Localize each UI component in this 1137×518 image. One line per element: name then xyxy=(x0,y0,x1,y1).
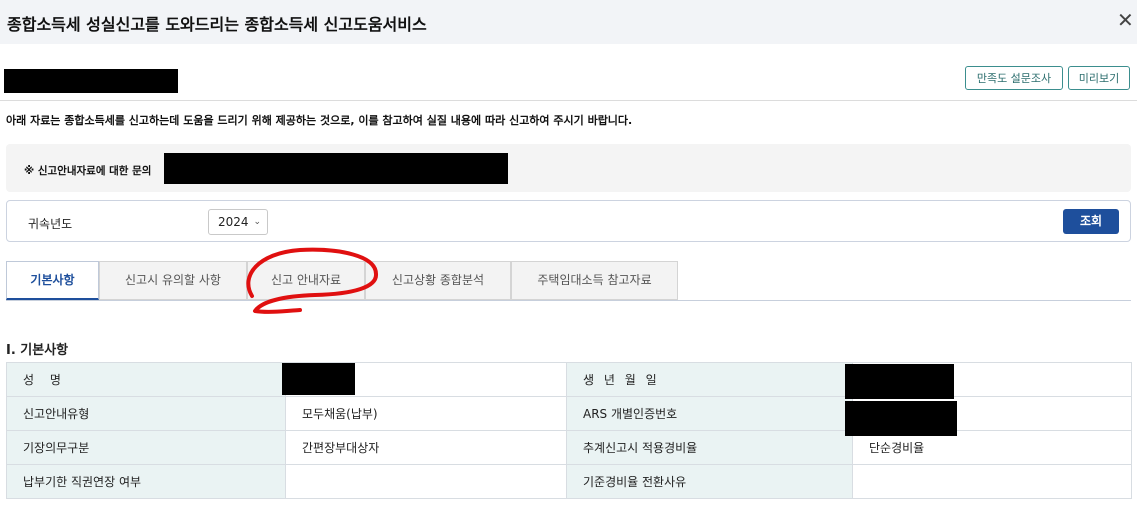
deadline-extension-value xyxy=(285,464,567,499)
expense-rate-label: 추계신고시 적용경비율 xyxy=(566,430,853,465)
basic-info-table: 성 명 생 년 월 일 신고안내유형 모두채움(납부) ARS 개별인증번호 기… xyxy=(6,362,1132,499)
section-title: Ⅰ. 기본사항 xyxy=(6,343,69,358)
year-label: 귀속년도 xyxy=(28,217,73,231)
birth-label: 생 년 월 일 xyxy=(566,362,853,397)
table-row: 성 명 생 년 월 일 xyxy=(6,362,1132,397)
guide-type-label: 신고안내유형 xyxy=(6,396,286,431)
redacted-name xyxy=(4,69,178,93)
redacted-ars-value xyxy=(845,401,957,436)
bookkeeping-label: 기장의무구분 xyxy=(6,430,286,465)
year-select[interactable]: 2024 ⌄ xyxy=(208,209,268,235)
redacted-birth-value xyxy=(845,364,954,399)
close-icon[interactable]: ✕ xyxy=(1117,8,1134,32)
deadline-extension-label: 납부기한 직권연장 여부 xyxy=(6,464,286,499)
rate-change-reason-label: 기준경비율 전환사유 xyxy=(566,464,853,499)
inquiry-label: ※ 신고안내자료에 대한 문의 xyxy=(24,165,152,177)
name-label: 성 명 xyxy=(6,362,286,397)
tab-basic-info[interactable]: 기본사항 xyxy=(6,261,99,300)
tab-filing-guide[interactable]: 신고 안내자료 xyxy=(247,261,365,300)
guide-type-value: 모두채움(납부) xyxy=(285,396,567,431)
tab-filing-analysis[interactable]: 신고상황 종합분석 xyxy=(365,261,511,300)
tab-housing-rental[interactable]: 주택임대소득 참고자료 xyxy=(511,261,678,300)
survey-button[interactable]: 만족도 설문조사 xyxy=(965,66,1063,90)
ars-label: ARS 개별인증번호 xyxy=(566,396,853,431)
table-row: 신고안내유형 모두채움(납부) ARS 개별인증번호 xyxy=(6,396,1132,431)
year-select-value: 2024 xyxy=(218,215,249,229)
redacted-inquiry-contact xyxy=(164,153,508,184)
tab-filing-cautions[interactable]: 신고시 유의할 사항 xyxy=(99,261,247,300)
divider xyxy=(0,100,1137,101)
table-row: 기장의무구분 간편장부대상자 추계신고시 적용경비율 단순경비율 xyxy=(6,430,1132,465)
rate-change-reason-value xyxy=(852,464,1132,499)
title-bar: 종합소득세 성실신고를 도와드리는 종합소득세 신고도움서비스 ✕ xyxy=(0,0,1137,44)
search-button[interactable]: 조회 xyxy=(1063,209,1119,234)
preview-button[interactable]: 미리보기 xyxy=(1068,66,1130,90)
bookkeeping-value: 간편장부대상자 xyxy=(285,430,567,465)
redacted-name-value xyxy=(282,363,355,395)
year-filter-box xyxy=(6,200,1131,242)
chevron-down-icon: ⌄ xyxy=(253,217,261,227)
notice-text: 아래 자료는 종합소득세를 신고하는데 도움을 드리기 위해 제공하는 것으로,… xyxy=(6,114,633,127)
table-row: 납부기한 직권연장 여부 기준경비율 전환사유 xyxy=(6,464,1132,499)
window-title: 종합소득세 성실신고를 도와드리는 종합소득세 신고도움서비스 xyxy=(7,15,427,34)
tab-underline xyxy=(6,300,1131,301)
